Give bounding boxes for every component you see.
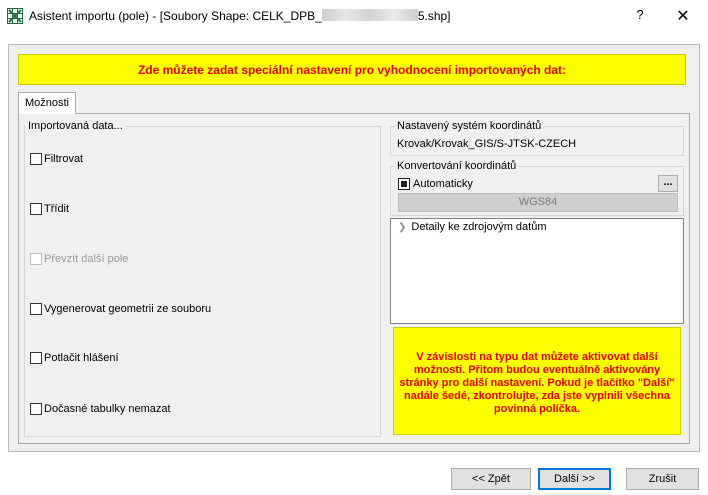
coordinate-system-legend: Nastavený systém koordinátů <box>395 120 544 132</box>
target-system-field: WGS84 <box>398 193 678 212</box>
checkbox-label: Filtrovat <box>44 153 84 165</box>
sort-checkbox[interactable]: Třídit <box>30 202 69 216</box>
next-button[interactable]: Další >> <box>538 468 611 490</box>
checkbox-label: Potlačit hlášení <box>44 352 119 364</box>
checkbox-box[interactable] <box>30 203 42 215</box>
close-button[interactable]: ✕ <box>674 6 692 26</box>
coordinate-conversion-legend: Konvertování koordinátů <box>395 160 519 172</box>
window-title: Asistent importu (pole) - [Soubory Shape… <box>29 9 451 23</box>
checkbox-label: Dočasné tabulky nemazat <box>44 403 171 415</box>
info-banner: Zde můžete zadat speciální nastavení pro… <box>18 54 686 85</box>
window-title-prefix: Asistent importu (pole) - [Soubory Shape… <box>29 9 322 23</box>
imported-data-group <box>24 126 381 437</box>
cancel-button[interactable]: Zrušit <box>626 468 699 490</box>
automatic-checkbox[interactable]: Automaticky <box>398 178 473 190</box>
keep-temp-tables-checkbox[interactable]: Dočasné tabulky nemazat <box>30 402 171 416</box>
generate-geometry-checkbox[interactable]: Vygenerovat geometrii ze souboru <box>30 302 211 316</box>
title-bar: Asistent importu (pole) - [Soubory Shape… <box>0 0 708 32</box>
tab-moznosti[interactable]: Možnosti <box>18 92 76 114</box>
indeterminate-checkbox-box[interactable] <box>398 178 410 190</box>
checkbox-box[interactable] <box>30 403 42 415</box>
redacted-filename <box>321 9 418 21</box>
filter-checkbox[interactable]: Filtrovat <box>30 152 83 166</box>
excel-grid-icon <box>7 8 23 24</box>
back-button[interactable]: << Zpět <box>451 468 531 490</box>
checkbox-box[interactable] <box>30 153 42 165</box>
chevron-right-icon[interactable]: ❯ <box>398 222 406 233</box>
imported-data-legend: Importovaná data... <box>26 120 125 132</box>
coordinate-system-value: Krovak/Krovak_GIS/S-JTSK-CZECH <box>397 138 577 150</box>
checkbox-box[interactable] <box>30 303 42 315</box>
checkbox-label: Vygenerovat geometrii ze souboru <box>44 303 212 315</box>
help-button[interactable]: ? <box>632 7 648 25</box>
tree-item-source-details[interactable]: ❯ Detaily ke zdrojovým datům <box>398 221 547 233</box>
suppress-messages-checkbox[interactable]: Potlačit hlášení <box>30 351 119 365</box>
checkbox-box[interactable] <box>30 352 42 364</box>
automatic-label: Automaticky <box>413 178 473 190</box>
info-note: V závislosti na typu dat můžete aktivova… <box>393 327 681 435</box>
checkbox-label: Třídit <box>44 203 70 215</box>
browse-button[interactable]: ... <box>658 175 678 192</box>
window-title-suffix: 5.shp] <box>417 9 451 23</box>
take-more-fields-checkbox: Převzít další pole <box>30 252 128 266</box>
tree-item-label: Detaily ke zdrojovým datům <box>411 221 547 233</box>
checkbox-box <box>30 253 42 265</box>
checkbox-label: Převzít další pole <box>44 253 129 265</box>
source-details-tree[interactable] <box>390 218 684 324</box>
